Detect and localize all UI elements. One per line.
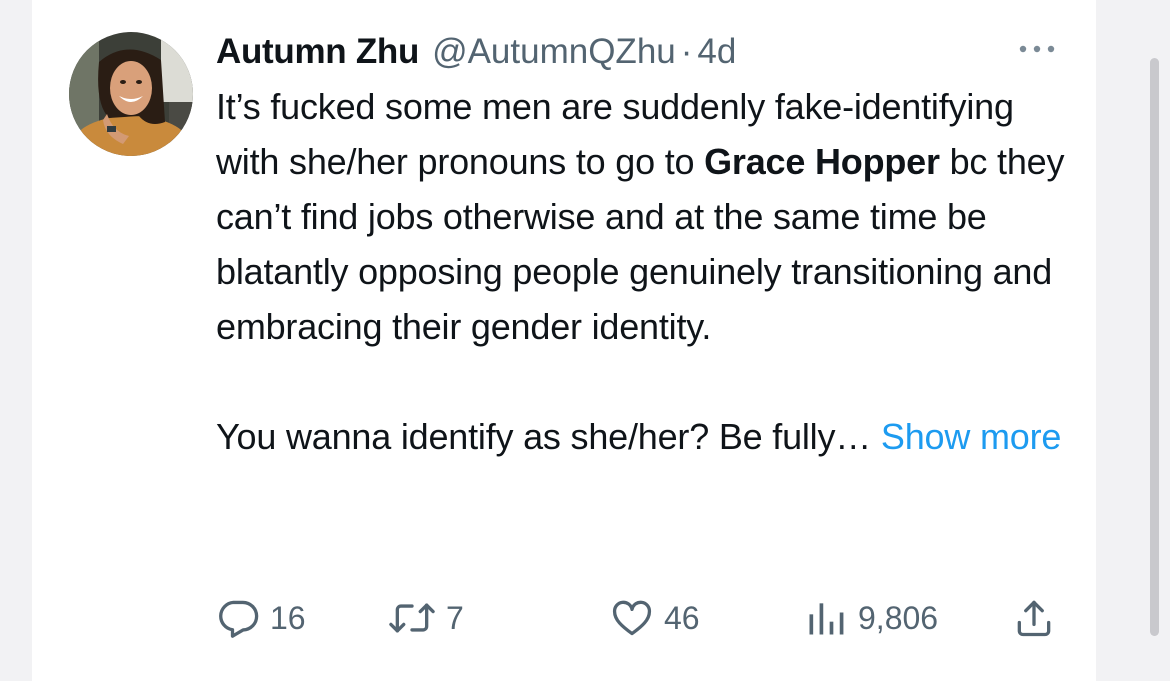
- reply-count: 16: [270, 599, 306, 636]
- header-separator: ·: [680, 32, 693, 71]
- retweet-button[interactable]: 7: [388, 592, 464, 644]
- tweet-text-bold: Grace Hopper: [704, 141, 940, 182]
- reply-button[interactable]: 16: [216, 592, 306, 644]
- share-button[interactable]: [1012, 592, 1056, 644]
- views-count: 9,806: [858, 599, 939, 636]
- heart-icon: [612, 600, 652, 636]
- show-more-link[interactable]: Show more: [881, 416, 1061, 457]
- avatar-image: [69, 32, 193, 156]
- share-upload-icon: [1017, 600, 1051, 637]
- tweet-paragraph-1: It’s fucked some men are suddenly fake-i…: [216, 79, 1076, 354]
- tweet-paragraph-2: You wanna identify as she/her? Be fully……: [216, 409, 1076, 464]
- reply-bubble-icon: [219, 600, 259, 638]
- retweet-icon: [389, 603, 435, 633]
- like-button[interactable]: 46: [610, 592, 700, 644]
- tweet-text: It’s fucked some men are suddenly fake-i…: [216, 79, 1076, 464]
- author-name[interactable]: Autumn Zhu: [216, 26, 419, 78]
- scrollbar-thumb[interactable]: [1150, 58, 1159, 636]
- more-horizontal-icon[interactable]: [1013, 40, 1061, 58]
- bar-chart-icon: [809, 603, 844, 635]
- tweet-text-paragraph-2: You wanna identify as she/her? Be fully…: [216, 416, 872, 457]
- tweet-actions: 16 7 46 9,806: [216, 592, 1066, 644]
- tweet-timestamp[interactable]: 4d: [697, 26, 736, 78]
- page: Autumn Zhu @AutumnQZhu · 4d It’s fucked …: [0, 0, 1170, 681]
- like-count: 46: [664, 599, 700, 636]
- views-button[interactable]: 9,806: [804, 592, 938, 644]
- retweet-count: 7: [446, 599, 464, 636]
- avatar[interactable]: [69, 32, 193, 156]
- tweet-header: Autumn Zhu @AutumnQZhu · 4d: [216, 26, 736, 78]
- author-handle[interactable]: @AutumnQZhu: [432, 26, 676, 78]
